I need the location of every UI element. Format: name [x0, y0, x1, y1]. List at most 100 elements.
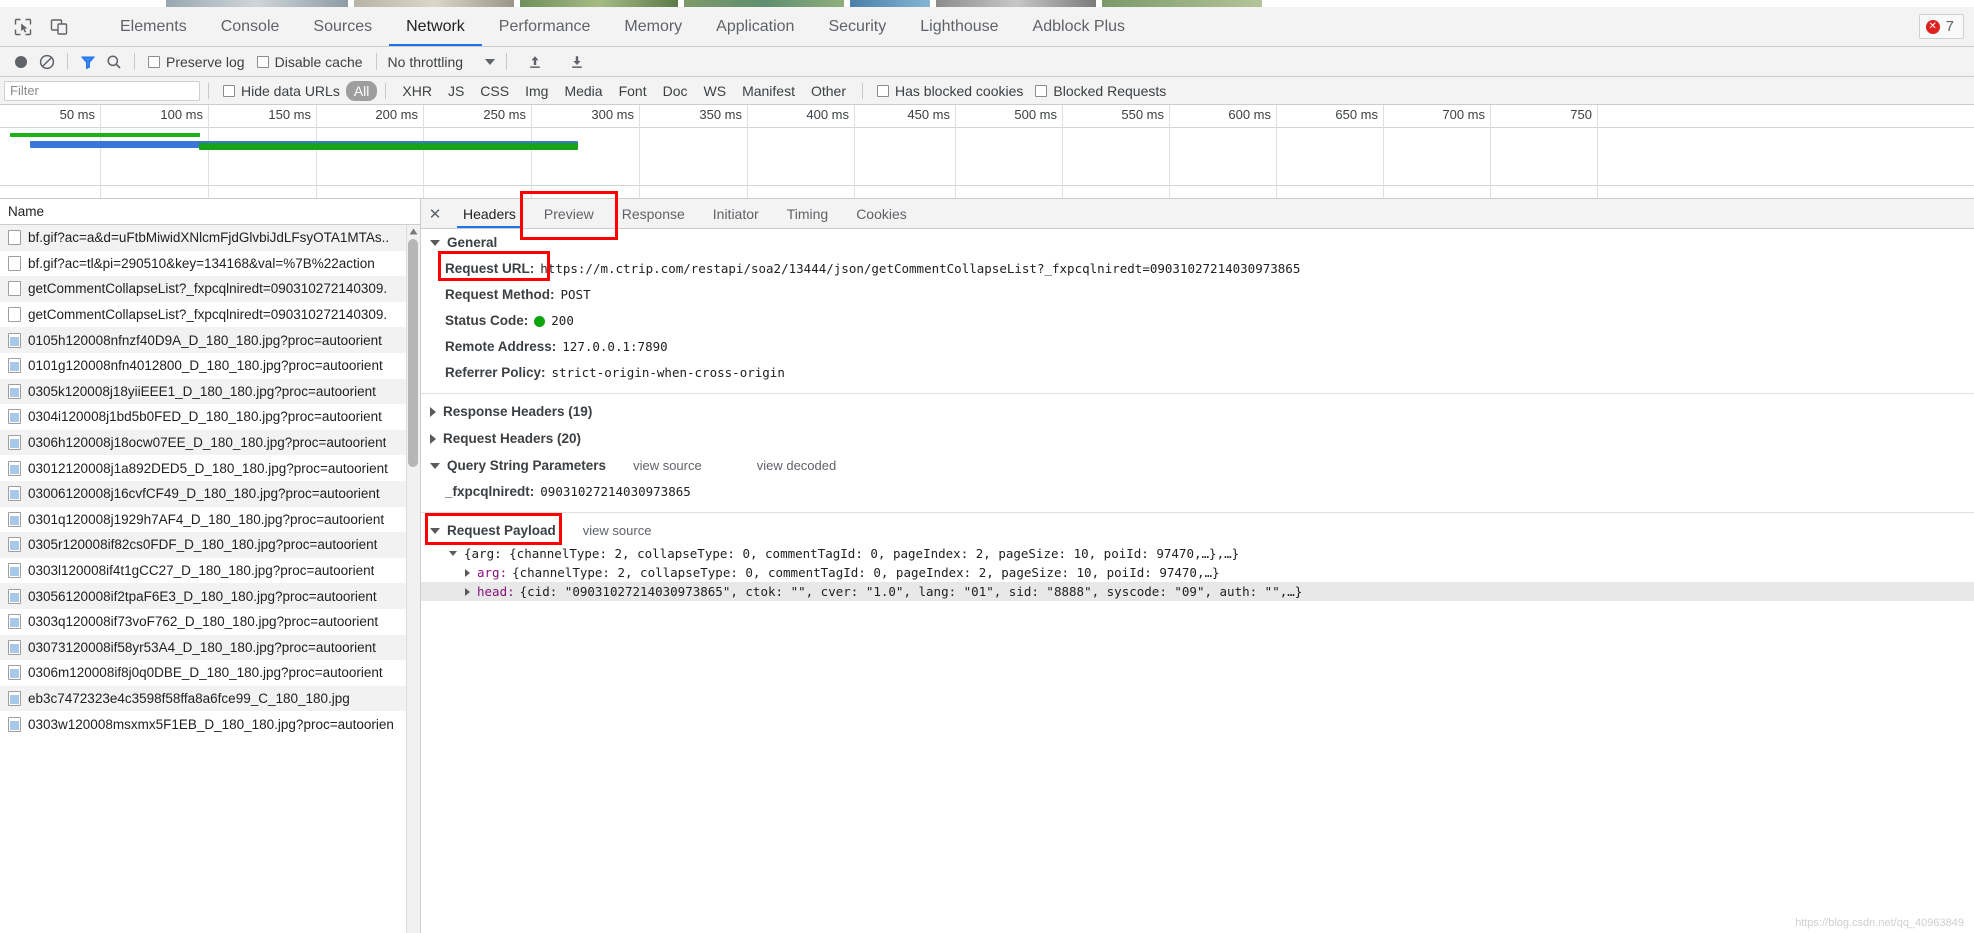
filter-pill-other[interactable]: Other — [803, 81, 854, 101]
clear-no-entry-icon[interactable] — [34, 49, 60, 75]
import-har-upload-icon[interactable] — [522, 49, 548, 75]
payload-tree-node[interactable]: {arg: {channelType: 2, collapseType: 0, … — [421, 544, 1974, 563]
request-row[interactable]: 0303l120008if4t1gCC27_D_180_180.jpg?proc… — [0, 557, 420, 584]
close-x-icon[interactable]: ✕ — [421, 199, 449, 228]
triangle-down-icon[interactable] — [449, 551, 457, 556]
preserve-log-checkbox[interactable]: Preserve log — [142, 54, 251, 70]
triangle-right-icon[interactable] — [465, 587, 470, 596]
filter-pill-ws[interactable]: WS — [696, 81, 735, 101]
blocked-requests-checkbox[interactable]: Blocked Requests — [1029, 83, 1172, 99]
request-row[interactable]: bf.gif?ac=tl&pi=290510&key=134168&val=%7… — [0, 250, 420, 277]
tab-sources[interactable]: Sources — [296, 7, 389, 46]
image-icon — [8, 537, 21, 553]
filter-pill-css[interactable]: CSS — [472, 81, 517, 101]
request-row[interactable]: 0303w120008msxmx5F1EB_D_180_180.jpg?proc… — [0, 711, 420, 737]
tab-timing[interactable]: Timing — [773, 199, 843, 228]
export-har-download-icon[interactable] — [564, 49, 590, 75]
request-row[interactable]: 0306h120008j18ocw07EE_D_180_180.jpg?proc… — [0, 429, 420, 456]
request-row-name: 03056120008if2tpaF6E3_D_180_180.jpg?proc… — [28, 588, 377, 604]
filter-pill-xhr[interactable]: XHR — [394, 81, 440, 101]
tab-lighthouse[interactable]: Lighthouse — [903, 7, 1015, 46]
request-row[interactable]: 0105h120008nfnzf40D9A_D_180_180.jpg?proc… — [0, 327, 420, 353]
section-request-headers[interactable]: Request Headers (20) — [421, 425, 1974, 452]
tab-adblock-plus[interactable]: Adblock Plus — [1016, 7, 1143, 46]
filter-pill-img[interactable]: Img — [517, 81, 556, 101]
request-row[interactable]: getCommentCollapseList?_fxpcqlniredt=090… — [0, 276, 420, 302]
filter-pill-js[interactable]: JS — [440, 81, 472, 101]
throttling-value: No throttling — [387, 53, 464, 70]
inspect-element-icon[interactable] — [12, 16, 34, 38]
filter-pill-doc[interactable]: Doc — [655, 81, 696, 101]
hide-data-urls-checkbox[interactable]: Hide data URLs — [217, 83, 346, 99]
tab-performance[interactable]: Performance — [482, 7, 608, 46]
search-magnifier-icon[interactable] — [101, 49, 127, 75]
request-row[interactable]: 0101g120008nfn4012800_D_180_180.jpg?proc… — [0, 352, 420, 379]
tab-initiator[interactable]: Initiator — [699, 199, 773, 228]
network-overview-timeline[interactable]: 50 ms 100 ms 150 ms 200 ms 250 ms 300 ms 350 m… — [0, 105, 1974, 199]
payload-tree-node[interactable]: arg: {channelType: 2, collapseType: 0, c… — [421, 563, 1974, 582]
image-icon — [8, 383, 21, 399]
record-circle-icon[interactable] — [8, 49, 34, 75]
hide-data-urls-label: Hide data URLs — [241, 82, 340, 99]
request-row[interactable]: 0306m120008if8j0q0DBE_D_180_180.jpg?proc… — [0, 660, 420, 686]
tab-elements[interactable]: Elements — [103, 7, 204, 46]
detail-tab-label: Cookies — [856, 205, 907, 222]
filter-pill-all[interactable]: All — [345, 80, 378, 101]
has-blocked-cookies-checkbox[interactable]: Has blocked cookies — [871, 83, 1029, 99]
request-row[interactable]: bf.gif?ac=a&d=uFtbMiwidXNlcmFjdGlvbiJdLF… — [0, 225, 420, 251]
tab-memory[interactable]: Memory — [607, 7, 699, 46]
request-row[interactable]: 03056120008if2tpaF6E3_D_180_180.jpg?proc… — [0, 583, 420, 609]
request-row[interactable]: 03006120008j16cvfCF49_D_180_180.jpg?proc… — [0, 480, 420, 507]
tab-response[interactable]: Response — [608, 199, 699, 228]
request-row[interactable]: 0304i120008j1bd5b0FED_D_180_180.jpg?proc… — [0, 404, 420, 430]
payload-tree-node[interactable]: head: {cid: "09031027214030973865", ctok… — [421, 582, 1974, 601]
filter-pill-font[interactable]: Font — [611, 81, 655, 101]
request-row[interactable]: 03073120008if58yr53A4_D_180_180.jpg?proc… — [0, 634, 420, 661]
checkbox-box — [877, 84, 889, 97]
request-row[interactable]: 0305r120008if82cs0FDF_D_180_180.jpg?proc… — [0, 532, 420, 558]
query-view-source-link[interactable]: view source — [633, 458, 702, 473]
request-row-name: 0105h120008nfnzf40D9A_D_180_180.jpg?proc… — [28, 332, 382, 348]
section-response-headers[interactable]: Response Headers (19) — [421, 398, 1974, 425]
scrollbar-thumb[interactable] — [408, 239, 418, 467]
device-toolbar-icon[interactable] — [48, 16, 70, 38]
tab-cookies[interactable]: Cookies — [842, 199, 921, 228]
triangle-right-icon[interactable] — [465, 568, 470, 577]
error-count-badge[interactable]: ✕ 7 — [1918, 14, 1964, 39]
page-thumb — [684, 0, 844, 7]
section-query-string-parameters[interactable]: Query String Parameters view source view… — [421, 452, 1974, 479]
query-view-decoded-link[interactable]: view decoded — [757, 458, 837, 473]
filter-separator — [385, 82, 387, 99]
tab-application[interactable]: Application — [699, 7, 811, 46]
request-row-name: 03006120008j16cvfCF49_D_180_180.jpg?proc… — [28, 486, 380, 502]
request-method-key: Request Method: — [445, 287, 555, 302]
request-row[interactable]: 0301q120008j1929h7AF4_D_180_180.jpg?proc… — [0, 506, 420, 533]
throttling-dropdown[interactable]: No throttling — [384, 54, 499, 70]
filter-input[interactable] — [4, 80, 200, 101]
request-row[interactable]: 0305k120008j18yiiEEE1_D_180_180.jpg?proc… — [0, 378, 420, 405]
request-row[interactable]: getCommentCollapseList?_fxpcqlniredt=090… — [0, 301, 420, 328]
payload-view-source-link[interactable]: view source — [583, 523, 652, 538]
request-row[interactable]: 0303q120008if73voF762_D_180_180.jpg?proc… — [0, 608, 420, 635]
request-list-body[interactable]: bf.gif?ac=a&d=uFtbMiwidXNlcmFjdGlvbiJdLF… — [0, 225, 420, 933]
control-separator — [67, 53, 68, 70]
section-request-payload[interactable]: Request Payload view source — [421, 513, 1974, 545]
tab-console[interactable]: Console — [204, 7, 297, 46]
request-url-value[interactable]: https://m.ctrip.com/restapi/soa2/13444/j… — [540, 259, 1300, 279]
image-icon — [8, 716, 21, 732]
request-row[interactable]: eb3c7472323e4c3598f58ffa8a6fce99_C_180_1… — [0, 685, 420, 712]
request-row-name: 0303l120008if4t1gCC27_D_180_180.jpg?proc… — [28, 563, 375, 579]
request-row[interactable]: 03012120008j1a892DED5_D_180_180.jpg?proc… — [0, 455, 420, 481]
scroll-up-arrow-icon[interactable] — [406, 225, 420, 238]
section-general[interactable]: General — [421, 229, 1974, 256]
tab-security[interactable]: Security — [811, 7, 903, 46]
funnel-filter-icon[interactable] — [75, 49, 101, 75]
request-list-header[interactable]: Name — [0, 199, 420, 225]
filter-pill-media[interactable]: Media — [556, 81, 610, 101]
tab-headers[interactable]: Headers — [449, 199, 530, 228]
disable-cache-checkbox[interactable]: Disable cache — [251, 54, 369, 70]
tab-network[interactable]: Network — [389, 7, 482, 46]
tab-preview[interactable]: Preview — [519, 191, 618, 240]
filter-pill-manifest[interactable]: Manifest — [734, 81, 803, 101]
request-list-scrollbar[interactable] — [406, 225, 420, 933]
